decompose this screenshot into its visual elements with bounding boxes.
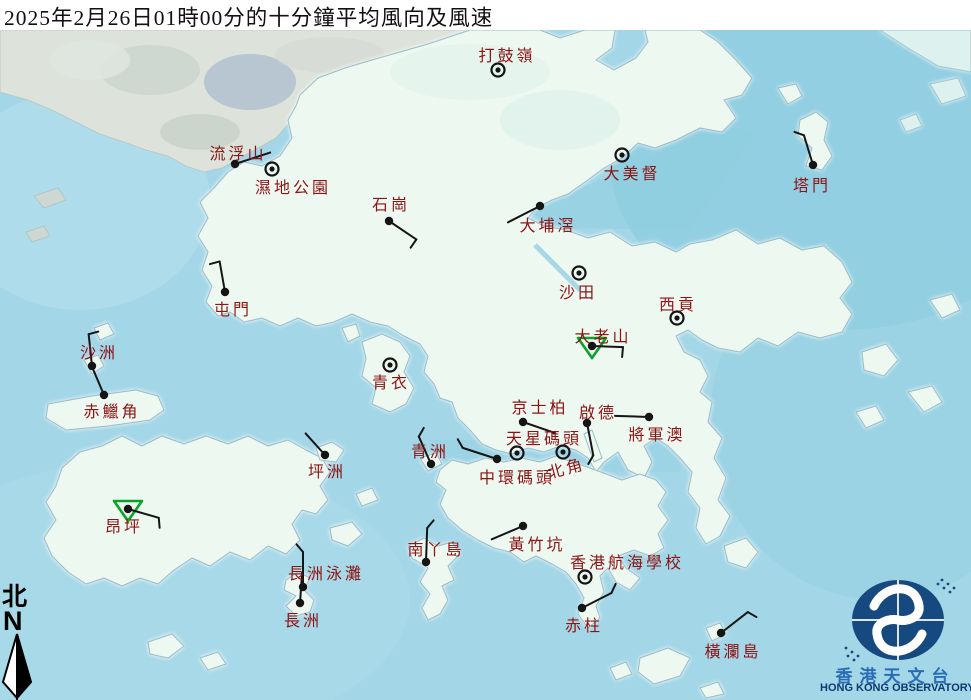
calm-wind-dot <box>514 450 519 455</box>
station-label-star-ferry-pier[interactable]: 天星碼頭 <box>506 425 582 449</box>
station-label-green-island[interactable]: 青洲 <box>411 438 449 462</box>
station-label-ta-kwu-ling[interactable]: 打鼓嶺 <box>478 42 535 66</box>
wind-barb-feather <box>622 347 623 357</box>
calm-wind-dot <box>674 315 679 320</box>
station-label-cheung-chau[interactable]: 長洲 <box>284 607 322 631</box>
station-label-lau-fau-shan[interactable]: 流浮山 <box>209 140 266 164</box>
wind-barb-feather <box>159 518 160 528</box>
station-label-shek-kong[interactable]: 石崗 <box>372 191 410 215</box>
station-label-kai-tak[interactable]: 啟德 <box>579 399 617 423</box>
hko-logo-icon <box>820 578 971 662</box>
station-label-sai-kung[interactable]: 西貢 <box>659 291 697 315</box>
station-label-tsing-yi[interactable]: 青衣 <box>372 369 410 393</box>
station-dot <box>809 161 817 169</box>
station-dot <box>221 288 229 296</box>
station-label-wong-chuk-hang[interactable]: 黃竹坑 <box>508 531 565 555</box>
calm-wind-dot <box>582 574 587 579</box>
station-dot <box>493 455 501 463</box>
station-dot <box>536 202 544 210</box>
north-indicator: 北 N <box>0 586 44 700</box>
station-label-cheung-chau-beach[interactable]: 長洲泳灘 <box>288 560 364 584</box>
station-dot <box>578 604 586 612</box>
station-dot <box>645 413 653 421</box>
station-label-peng-chau[interactable]: 坪洲 <box>308 458 346 482</box>
station-dot <box>124 505 132 513</box>
station-dot <box>519 522 527 530</box>
station-label-tates-cairn[interactable]: 大老山 <box>574 323 631 347</box>
station-dot <box>385 217 393 225</box>
station-label-tai-mei-tuk[interactable]: 大美督 <box>603 160 660 184</box>
calm-wind-dot <box>576 270 581 275</box>
map-title: 2025年2月26日01時00分的十分鐘平均風向及風速 <box>4 1 493 32</box>
station-label-tuen-mun[interactable]: 屯門 <box>214 296 252 320</box>
station-label-tap-mun[interactable]: 塔門 <box>793 172 831 196</box>
station-dot <box>717 629 725 637</box>
station-label-tai-po-kau[interactable]: 大埔滘 <box>519 212 576 236</box>
station-label-hk-sea-school[interactable]: 香港航海學校 <box>570 549 684 573</box>
north-arrow-icon <box>0 632 40 700</box>
station-label-lamma-island[interactable]: 南丫島 <box>407 536 464 560</box>
calm-wind-dot <box>495 67 500 72</box>
station-label-ngong-ping[interactable]: 昂坪 <box>105 513 143 537</box>
station-label-sha-chau[interactable]: 沙洲 <box>80 339 118 363</box>
station-label-waglan-island[interactable]: 橫瀾島 <box>704 638 761 662</box>
station-label-wetland-park[interactable]: 濕地公園 <box>255 174 331 198</box>
station-label-kings-park[interactable]: 京士柏 <box>511 394 568 418</box>
title-bar: 2025年2月26日01時00分的十分鐘平均風向及風速 <box>0 0 971 30</box>
calm-wind-dot <box>619 152 624 157</box>
station-label-chek-lap-kok[interactable]: 赤鱲角 <box>83 398 140 422</box>
station-dot <box>296 599 304 607</box>
hko-logo: 香港天文台 HONG KONG OBSERVATORY <box>820 578 971 700</box>
station-label-tseung-kwan-o[interactable]: 將軍澳 <box>628 421 685 445</box>
calm-wind-dot <box>387 362 392 367</box>
hko-logo-title-en: HONG KONG OBSERVATORY <box>820 682 971 694</box>
calm-wind-dot <box>269 166 274 171</box>
station-label-sha-tin[interactable]: 沙田 <box>559 279 597 303</box>
station-label-stanley[interactable]: 赤柱 <box>565 612 603 636</box>
wind-map-app: 打鼓嶺流浮山濕地公園石崗 大美督塔門大埔滘沙田屯門 西貢大老山沙洲赤鱲角 青衣京士柏啟… <box>0 0 971 700</box>
wind-barb-shaft <box>615 416 649 417</box>
north-label-en: N <box>3 610 44 632</box>
station-label-central-pier[interactable]: 中環碼頭 <box>479 464 555 488</box>
